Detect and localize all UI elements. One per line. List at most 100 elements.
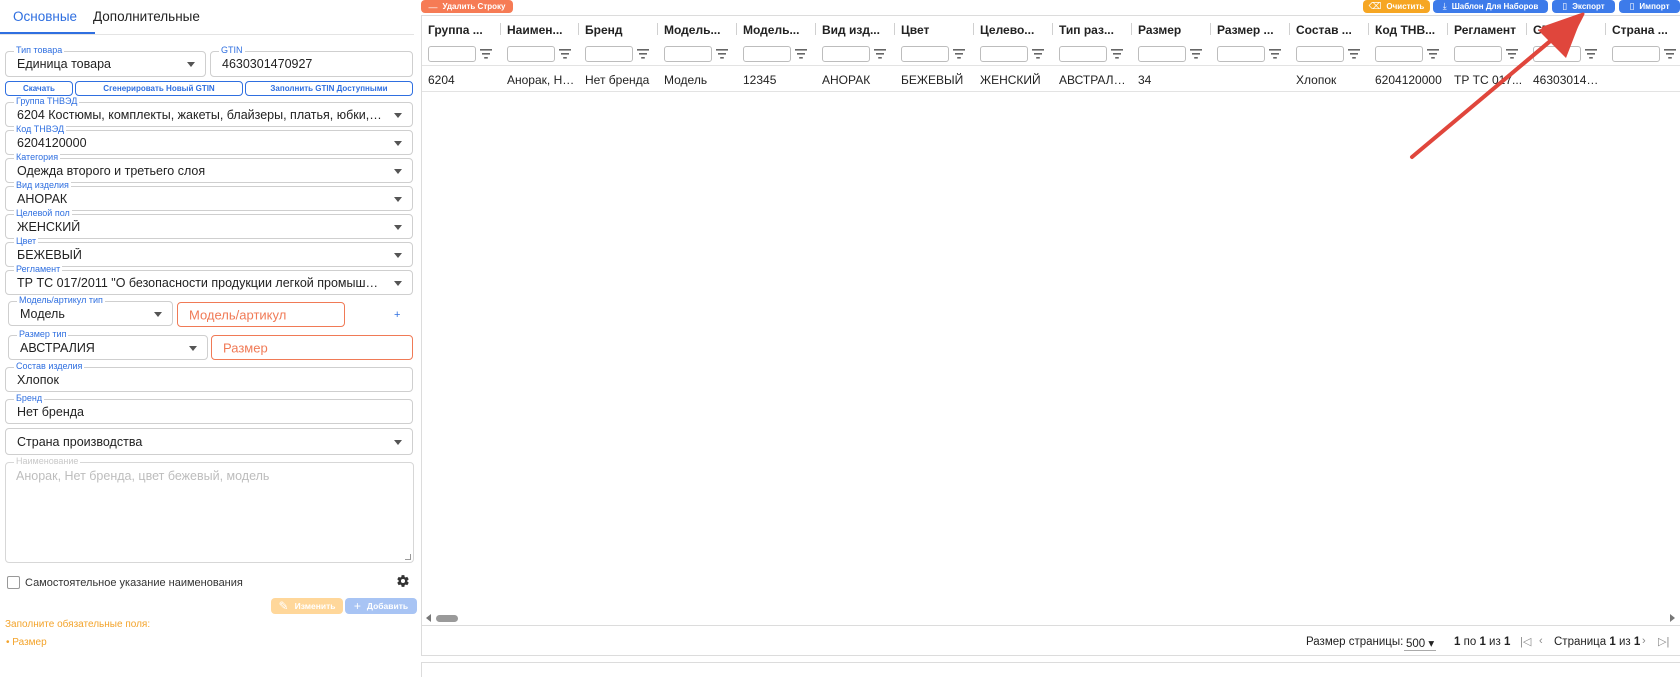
export-button[interactable]: ▯ Экспорт <box>1552 0 1615 13</box>
column-header[interactable]: Состав ... <box>1290 16 1363 42</box>
column-filter-input[interactable] <box>1612 46 1660 62</box>
column-filter-input[interactable] <box>1217 46 1265 62</box>
edit-button[interactable]: ✎ Изменить <box>271 598 343 614</box>
table-cell[interactable]: Модель <box>658 73 733 87</box>
table-cell[interactable]: Хлопок <box>1290 73 1365 87</box>
table-cell[interactable]: АВСТРАЛИЯ <box>1053 73 1128 87</box>
column-header[interactable]: Модель... <box>658 16 731 42</box>
filter-icon[interactable] <box>559 49 571 59</box>
table-cell[interactable]: Нет бренда <box>579 73 654 87</box>
clear-button[interactable]: ⌫ Очистить <box>1363 0 1430 13</box>
self-name-checkbox[interactable] <box>7 576 20 589</box>
column-filter-input[interactable] <box>743 46 791 62</box>
filter-icon[interactable] <box>1190 49 1202 59</box>
column-resize-handle[interactable] <box>736 23 737 35</box>
horizontal-scrollbar[interactable] <box>422 612 1680 624</box>
model-article-input[interactable]: Модель/артикул <box>177 302 345 327</box>
table-row[interactable]: 6204 Анорак, Не... Нет бренда Модель 12345 АН… <box>422 68 1680 92</box>
import-button[interactable]: ▯ Импорт <box>1619 0 1680 13</box>
column-filter-input[interactable] <box>1296 46 1344 62</box>
product-type-select[interactable]: Тип товара Единица товара <box>5 45 206 77</box>
column-resize-handle[interactable] <box>578 23 579 35</box>
tnved-code-select[interactable]: Код ТНВЭД 6204120000 <box>5 124 413 155</box>
column-resize-handle[interactable] <box>894 23 895 35</box>
column-filter-input[interactable] <box>901 46 949 62</box>
scroll-left-icon[interactable] <box>426 614 431 622</box>
name-textarea[interactable]: Наименование Анорак, Нет бренда, цвет бе… <box>5 456 414 563</box>
column-header[interactable]: Группа ... <box>422 16 495 42</box>
column-resize-handle[interactable] <box>1210 23 1211 35</box>
column-filter-input[interactable] <box>664 46 712 62</box>
generate-gtin-button[interactable]: Сгенерировать Новый GTIN <box>75 81 243 96</box>
model-type-select[interactable]: Модель/артикул тип Модель <box>8 295 173 326</box>
filter-icon[interactable] <box>1664 49 1676 59</box>
target-gender-select[interactable]: Целевой пол ЖЕНСКИЙ <box>5 208 413 239</box>
column-header[interactable]: Модель... <box>737 16 810 42</box>
filter-icon[interactable] <box>716 49 728 59</box>
table-cell[interactable]: 6204 <box>422 73 497 87</box>
add-button[interactable]: + Добавить <box>345 598 417 614</box>
column-filter-input[interactable] <box>1375 46 1423 62</box>
column-header[interactable]: Цвет <box>895 16 968 42</box>
column-resize-handle[interactable] <box>1289 23 1290 35</box>
filter-icon[interactable] <box>480 49 492 59</box>
composition-field[interactable]: Состав изделия Хлопок <box>5 361 413 392</box>
column-resize-handle[interactable] <box>1605 23 1606 35</box>
column-resize-handle[interactable] <box>1368 23 1369 35</box>
tnved-group-select[interactable]: Группа ТНВЭД 6204 Костюмы, комплекты, жа… <box>5 96 413 127</box>
column-filter-input[interactable] <box>1138 46 1186 62</box>
column-header[interactable]: Тип раз... <box>1053 16 1126 42</box>
column-filter-input[interactable] <box>1533 46 1581 62</box>
template-button[interactable]: ⤓ Шаблон Для Наборов <box>1433 0 1548 13</box>
filter-icon[interactable] <box>1585 49 1597 59</box>
add-model-plus-button[interactable]: + <box>394 309 400 321</box>
column-header[interactable]: Целево... <box>974 16 1047 42</box>
column-resize-handle[interactable] <box>500 23 501 35</box>
column-filter-input[interactable] <box>1454 46 1502 62</box>
next-page-icon[interactable]: › <box>1642 635 1646 647</box>
filter-icon[interactable] <box>874 49 886 59</box>
column-resize-handle[interactable] <box>657 23 658 35</box>
scroll-right-icon[interactable] <box>1670 614 1675 622</box>
filter-icon[interactable] <box>1348 49 1360 59</box>
gtin-field[interactable]: GTIN 4630301470927 <box>210 45 413 77</box>
first-page-icon[interactable]: |◁ <box>1520 635 1531 648</box>
country-select[interactable]: Страна производства <box>5 428 413 455</box>
filter-icon[interactable] <box>1032 49 1044 59</box>
column-resize-handle[interactable] <box>1052 23 1053 35</box>
column-resize-handle[interactable] <box>815 23 816 35</box>
column-resize-handle[interactable] <box>1447 23 1448 35</box>
column-header[interactable]: Размер <box>1132 16 1205 42</box>
column-resize-handle[interactable] <box>973 23 974 35</box>
column-filter-input[interactable] <box>980 46 1028 62</box>
brand-field[interactable]: Бренд Нет бренда <box>5 393 413 424</box>
size-type-select[interactable]: Размер тип АВСТРАЛИЯ <box>8 329 208 360</box>
filter-icon[interactable] <box>1506 49 1518 59</box>
filter-icon[interactable] <box>795 49 807 59</box>
page-size-select[interactable]: 500 ▾ <box>1404 636 1437 651</box>
table-cell[interactable]: 34 <box>1132 73 1207 87</box>
prev-page-icon[interactable]: ‹ <box>1539 635 1543 647</box>
column-header[interactable]: GTIN <box>1527 16 1600 42</box>
column-filter-input[interactable] <box>507 46 555 62</box>
table-cell[interactable]: ТР ТС 017... <box>1448 73 1523 87</box>
resize-handle-icon[interactable] <box>405 554 411 560</box>
table-cell[interactable]: АНОРАК <box>816 73 891 87</box>
fill-gtin-button[interactable]: Заполнить GTIN Доступными <box>245 81 413 96</box>
column-filter-input[interactable] <box>585 46 633 62</box>
regulation-select[interactable]: Регламент ТР ТС 017/2011 "О безопасности… <box>5 264 413 295</box>
gear-icon[interactable] <box>396 574 410 588</box>
column-header[interactable]: Бренд <box>579 16 652 42</box>
filter-icon[interactable] <box>1427 49 1439 59</box>
tab-main[interactable]: Основные <box>13 9 77 24</box>
column-resize-handle[interactable] <box>1131 23 1132 35</box>
scrollbar-thumb[interactable] <box>436 615 458 622</box>
filter-icon[interactable] <box>1111 49 1123 59</box>
table-cell[interactable]: 12345 <box>737 73 812 87</box>
column-resize-handle[interactable] <box>1526 23 1527 35</box>
column-filter-input[interactable] <box>428 46 476 62</box>
filter-icon[interactable] <box>1269 49 1281 59</box>
column-header[interactable]: Наимен... <box>501 16 574 42</box>
tab-additional[interactable]: Дополнительные <box>93 9 200 24</box>
size-input[interactable]: Размер <box>211 335 413 360</box>
